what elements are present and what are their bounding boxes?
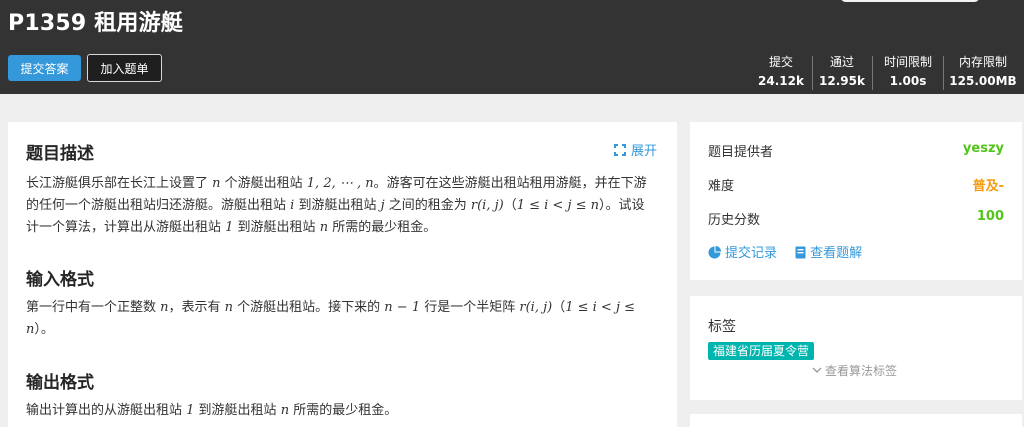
math: n − 1 [384, 300, 421, 315]
tags-heading: 标签 [708, 319, 736, 335]
stat-label: 时间限制 [883, 55, 932, 69]
add-to-list-button[interactable]: 加入题单 [87, 54, 162, 82]
math: n [224, 300, 234, 315]
text: 输出计算出的从游艇出租站 [26, 403, 187, 418]
stat-value: 125.00MB [949, 74, 1017, 88]
view-algorithm-tags-toggle[interactable]: 查看算法标签 [812, 362, 897, 379]
expand-label: 展开 [631, 144, 658, 159]
stat-submissions: 提交 24.12k [755, 55, 807, 91]
book-icon [795, 246, 806, 259]
stat-divider [872, 56, 873, 90]
text: （ [552, 300, 566, 315]
provider-label: 题目提供者 [708, 145, 774, 160]
description-heading: 题目描述 [26, 144, 94, 164]
view-solutions-label: 查看题解 [810, 246, 863, 261]
problem-links: 提交记录 查看题解 [708, 242, 876, 261]
stat-divider [943, 56, 944, 90]
text: 个游艇出租站。接下来的 [233, 300, 385, 315]
search-box-edge[interactable] [840, 0, 980, 2]
text: 个游艇出租站 [220, 176, 307, 191]
view-solutions-link[interactable]: 查看题解 [795, 246, 862, 261]
stat-value: 1.00s [889, 74, 927, 88]
score-row: 历史分数 100 [708, 209, 1004, 228]
fullscreen-icon [614, 144, 626, 156]
text: ，表示有 [168, 300, 225, 315]
text: ）。 [34, 322, 54, 337]
tag-badge[interactable]: 福建省历届夏令营 [708, 342, 815, 360]
stat-label: 提交 [768, 55, 793, 69]
stat-memory-limit: 内存限制 125.00MB [948, 55, 1018, 91]
text: 所需的最少租金。 [328, 220, 437, 235]
stat-label: 内存限制 [958, 55, 1007, 69]
math: n [280, 403, 290, 418]
provider-value[interactable]: yeszy [963, 141, 1004, 156]
difficulty-row: 难度 普及- [708, 175, 1004, 194]
submit-answer-button[interactable]: 提交答案 [8, 55, 81, 81]
stat-time-limit: 时间限制 1.00s [877, 55, 939, 91]
difficulty-label: 难度 [708, 179, 735, 194]
math: n [160, 300, 169, 315]
chevron-down-icon [812, 367, 822, 373]
score-value: 100 [976, 209, 1004, 224]
problem-info-card: 题目提供者 yeszy 难度 普及- 历史分数 100 提交记录 查看题解 [690, 122, 1022, 280]
math: 1, 2, ⋯ , n [306, 176, 374, 191]
text: 之间的租金为 [384, 198, 471, 213]
pie-chart-icon [708, 246, 721, 259]
submission-records-link[interactable]: 提交记录 [708, 246, 777, 261]
submission-records-label: 提交记录 [725, 246, 778, 261]
text: 到游艇出租站 [294, 198, 381, 213]
score-label: 历史分数 [708, 213, 761, 228]
provider-row: 题目提供者 yeszy [708, 141, 1004, 160]
problem-header: P1359 租用游艇 提交答案 加入题单 提交 24.12k 通过 12.95k… [0, 0, 1024, 94]
output-format-heading: 输出格式 [26, 373, 94, 393]
text: 到游艇出租站 [233, 220, 320, 235]
problem-statement-card: 题目描述 展开 长江游艇俱乐部在长江上设置了 n 个游艇出租站 1, 2, ⋯ … [8, 122, 677, 427]
text: （ [503, 198, 517, 213]
stat-accepted: 通过 12.95k [817, 55, 867, 91]
output-format-text: 输出计算出的从游艇出租站 1 到游艇出租站 n 所需的最少租金。 [26, 400, 656, 422]
description-text: 长江游艇俱乐部在长江上设置了 n 个游艇出租站 1, 2, ⋯ , n。游客可在… [26, 173, 656, 239]
text: 长江游艇俱乐部在长江上设置了 [26, 176, 213, 191]
input-format-text: 第一行中有一个正整数 n，表示有 n 个游艇出租站。接下来的 n − 1 行是一… [26, 297, 656, 341]
math: n [212, 176, 221, 191]
problem-title: P1359 租用游艇 [8, 11, 184, 36]
next-sidebar-card [690, 414, 1022, 427]
stat-divider [812, 56, 813, 90]
stat-value: 24.12k [758, 74, 804, 88]
math: n [319, 220, 329, 235]
text: 第一行中有一个正整数 [26, 300, 161, 315]
text: 行是一个半矩阵 [420, 300, 520, 315]
difficulty-value: 普及- [972, 179, 1004, 194]
input-format-heading: 输入格式 [26, 270, 94, 290]
expand-button[interactable]: 展开 [614, 140, 657, 159]
math: r(i, j) [470, 198, 504, 213]
tags-card: 标签 福建省历届夏令营 查看算法标签 [690, 296, 1022, 400]
math: 1 ≤ i < j ≤ n [516, 198, 600, 213]
view-algorithm-tags-label: 查看算法标签 [825, 364, 898, 378]
stat-value: 12.95k [819, 74, 865, 88]
text: 所需的最少租金。 [289, 403, 398, 418]
stat-label: 通过 [829, 55, 854, 69]
text: 到游艇出租站 [194, 403, 281, 418]
math: r(i, j) [519, 300, 553, 315]
